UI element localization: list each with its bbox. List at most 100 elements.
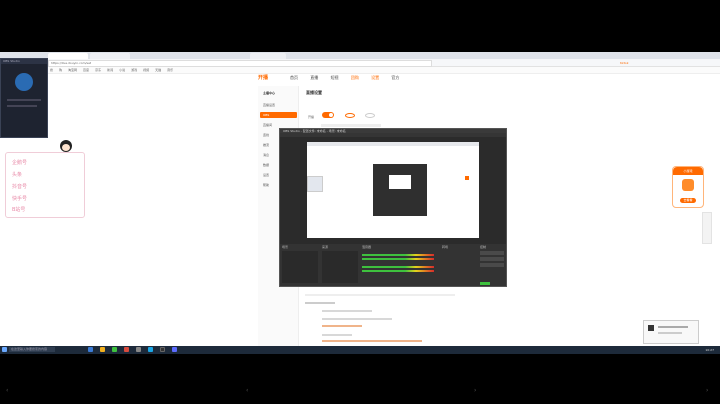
bookmark-item[interactable]: 淘宝网 [68, 68, 77, 72]
notif-icon [648, 325, 654, 331]
nav-item[interactable]: 首页 [290, 75, 298, 80]
promo-card-head: 小游戏 [673, 167, 703, 175]
promo-icon [682, 179, 694, 191]
qr-window-title: OBS Studio [1, 59, 47, 64]
promo-button[interactable]: 去看看 [680, 198, 696, 203]
widget-row: 头条 [12, 172, 23, 178]
bookmark-item[interactable]: 游戏 [131, 68, 137, 72]
screen-area: https://live.douyin.com/set tiktok 搜 购 淘宝网… [0, 52, 720, 348]
nav-item[interactable]: 设置 [371, 75, 379, 80]
text-line [7, 105, 37, 107]
side-tools[interactable] [702, 212, 712, 244]
taskbar: 在这里输入你要搜索的内容 10:27 [0, 346, 720, 354]
sidebar-item[interactable]: 直播设置 [260, 102, 297, 108]
audio-meter [362, 258, 434, 260]
nav-item[interactable]: 官方 [391, 75, 399, 80]
next-icon[interactable]: › [706, 388, 712, 394]
dock-label: 场景 [282, 245, 289, 249]
obs-menubar [280, 133, 506, 137]
start-stream-button[interactable] [480, 251, 504, 255]
line-item [322, 334, 352, 336]
bookmark-item[interactable]: 百度 [83, 68, 89, 72]
nested-preview [389, 175, 411, 189]
audio-meter [362, 266, 434, 268]
sidebar-header: 主播中心 [263, 91, 276, 95]
bookmarks-bar: 搜 购 淘宝网 百度 京东 新闻 小说 游戏 视频 天猫 音乐 [0, 67, 720, 74]
site-logo[interactable]: 开播 [258, 74, 268, 81]
taskbar-clock: 10:27 [705, 348, 714, 352]
bookmark-item[interactable]: 视频 [143, 68, 149, 72]
widget-row: 抖音号 [12, 184, 28, 190]
audio-meter [362, 254, 434, 256]
bookmark-item[interactable]: 新闻 [107, 68, 113, 72]
taskbar-app-icon[interactable] [124, 347, 129, 352]
obs-dock: 场景 来源 混音器 转场 控制 [280, 244, 506, 286]
dock-label: 混音器 [362, 245, 372, 249]
line-item [305, 302, 335, 304]
text-line [7, 99, 41, 101]
line-item-accent [322, 325, 362, 327]
widget-row: B站号 [12, 207, 26, 213]
nav-item[interactable]: 短视 [331, 75, 339, 80]
bookmark-item[interactable]: 购 [59, 68, 62, 72]
nested-obs [373, 164, 427, 216]
status-indicator [480, 282, 490, 285]
widget-row: 企鹅号 [12, 160, 28, 166]
start-icon[interactable] [2, 347, 7, 352]
line-item-accent [322, 340, 422, 342]
bookmark-item[interactable]: 小说 [119, 68, 125, 72]
line-item [322, 310, 372, 312]
url-input[interactable]: https://live.douyin.com/set [48, 60, 432, 67]
start-record-button[interactable] [480, 257, 504, 261]
browser-address-bar: https://live.douyin.com/set tiktok [0, 59, 720, 67]
bookmark-item[interactable]: 天猫 [155, 68, 161, 72]
taskbar-app-icon[interactable] [112, 347, 117, 352]
live-toggle[interactable] [322, 112, 334, 118]
bookmark-item[interactable]: 搜 [50, 68, 53, 72]
settings-button[interactable] [480, 263, 504, 267]
nav-item[interactable]: 团购 [351, 75, 359, 80]
source-list[interactable] [322, 251, 358, 283]
bookmark-item[interactable]: 京东 [95, 68, 101, 72]
sidebar-item-active[interactable]: OBS [260, 112, 297, 118]
app-logo-icon [15, 73, 33, 91]
toggle-label: 开播 [308, 115, 315, 119]
section-title: 直播设置 [306, 90, 322, 95]
bookmark-item[interactable]: 音乐 [167, 68, 173, 72]
notif-text [658, 326, 688, 328]
text-field-line[interactable] [321, 124, 381, 127]
divider [305, 294, 455, 296]
taskbar-app-icon[interactable] [88, 347, 93, 352]
obs-taskbar-icon[interactable] [160, 347, 165, 352]
radio-option[interactable] [345, 113, 355, 118]
dock-label: 转场 [442, 245, 449, 249]
preview-toolbar [307, 142, 479, 146]
taskbar-search[interactable]: 在这里输入你要搜索的内容 [9, 347, 55, 352]
taskbar-app-icon[interactable] [148, 347, 153, 352]
nav-item[interactable]: 直播 [310, 75, 318, 80]
notification-popup[interactable] [643, 320, 699, 344]
promo-card[interactable]: 小游戏 去看看 [672, 166, 704, 208]
folder-icon[interactable] [100, 347, 105, 352]
notif-text [658, 332, 682, 334]
obs-window: OBS Studio - 配置文件: 未命名 - 场景: 未命名 场景 来源 混… [279, 128, 507, 287]
taskbar-app-icon[interactable] [172, 347, 177, 352]
social-widget: 企鹅号 头条 抖音号 快手号 B站号 [5, 152, 85, 218]
dock-label: 控制 [480, 245, 487, 249]
dock-label: 来源 [322, 245, 329, 249]
widget-row: 快手号 [12, 196, 28, 202]
taskbar-app-icon[interactable] [136, 347, 141, 352]
audio-meter [362, 270, 434, 272]
next-icon[interactable]: › [474, 388, 480, 394]
line-item [322, 318, 392, 320]
preview-thumb [307, 176, 323, 192]
browser-tabbar [0, 52, 720, 59]
scene-list[interactable] [282, 251, 318, 283]
browser-title: tiktok [620, 61, 629, 65]
prev-icon[interactable]: ‹ [246, 388, 252, 394]
prev-icon[interactable]: ‹ [6, 388, 12, 394]
obs-preview[interactable] [307, 142, 479, 238]
preview-marker [465, 176, 469, 180]
site-nav: 首页 直播 短视 团购 设置 官方 [290, 75, 410, 81]
radio-option-2[interactable] [365, 113, 375, 118]
